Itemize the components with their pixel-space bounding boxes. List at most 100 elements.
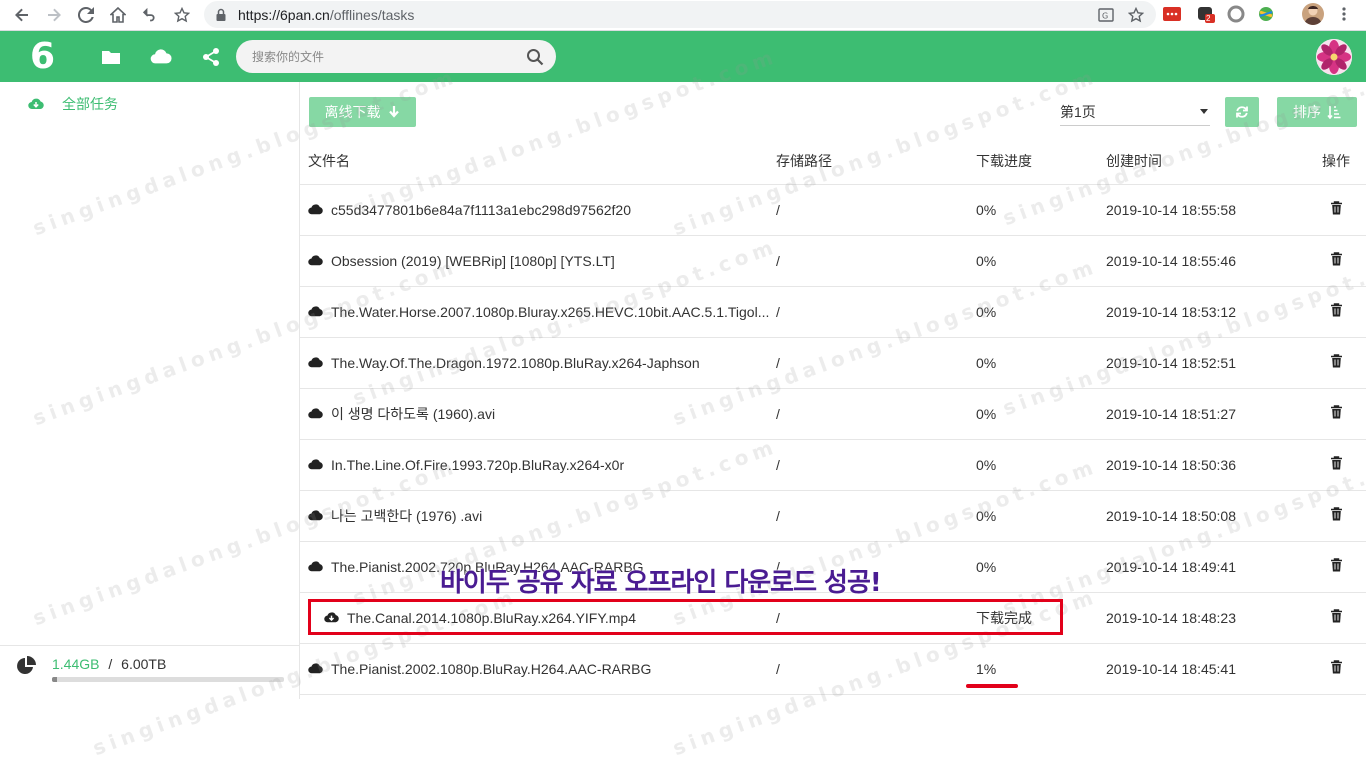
cell-progress: 0% (976, 439, 1106, 491)
cell-name[interactable]: Obsession (2019) [WEBRip] [1080p] [YTS.L… (300, 235, 776, 287)
cloud-icon (308, 508, 323, 523)
cell-path: / (776, 388, 976, 440)
cell-path: / (776, 643, 976, 695)
cell-name[interactable]: c55d3477801b6e84a7f1113a1ebc298d97562f20 (300, 184, 776, 236)
table-row[interactable]: The.Water.Horse.2007.1080p.Bluray.x265.H… (300, 286, 1366, 338)
address-bar[interactable]: https://6pan.cn/offlines/tasks G (204, 1, 1156, 28)
cell-name[interactable]: The.Way.Of.The.Dragon.1972.1080p.BluRay.… (300, 337, 776, 389)
home-icon[interactable] (102, 2, 134, 28)
cell-created: 2019-10-14 18:50:08 (1106, 490, 1306, 542)
trash-icon[interactable] (1330, 252, 1343, 269)
browser-menu-icon[interactable] (1334, 4, 1354, 24)
cell-name[interactable]: 이 생명 다하도록 (1960).avi (300, 388, 776, 440)
storage-usage: 1.44GB / 6.00TB (0, 645, 299, 699)
table-row[interactable]: c55d3477801b6e84a7f1113a1ebc298d97562f20… (300, 184, 1366, 236)
cell-name[interactable]: The.Canal.2014.1080p.BluRay.x264.YIFY.mp… (300, 592, 776, 644)
annotation-caption: 바이두 공유 자료 오프라인 다운로드 성공! (440, 568, 882, 598)
file-name[interactable]: The.Water.Horse.2007.1080p.Bluray.x265.H… (331, 304, 769, 320)
table-row[interactable]: 나는 고백한다 (1976) .avi /0% 2019-10-14 18:50:0… (300, 490, 1366, 542)
cell-progress: 0% (976, 490, 1106, 542)
trash-icon[interactable] (1330, 507, 1343, 524)
arrow-down-icon (388, 106, 399, 118)
search-icon[interactable] (526, 48, 544, 66)
file-name[interactable]: 나는 고백한다 (1976) .avi (331, 506, 482, 526)
cell-created: 2019-10-14 18:55:46 (1106, 235, 1306, 287)
undo-icon[interactable] (134, 2, 166, 28)
app-logo[interactable]: 6 (30, 37, 55, 77)
cloud-icon[interactable] (148, 44, 174, 70)
table-row[interactable]: The.Pianist.2002.1080p.BluRay.H264.AAC-R… (300, 643, 1366, 695)
offline-download-label: 离线下载 (324, 104, 381, 120)
main-content: 离线下载 第1页 排序 文件名 存储路径 下载进度 创建时间 操作 c55d34… (300, 82, 1366, 699)
refresh-button[interactable] (1225, 97, 1259, 127)
cell-path: / (776, 235, 976, 287)
trash-icon[interactable] (1330, 405, 1343, 422)
sidebar-item-all-tasks[interactable]: 全部任务 (28, 94, 118, 114)
cell-created: 2019-10-14 18:53:12 (1106, 286, 1306, 338)
url-host: https://6pan.cn (238, 6, 330, 23)
extension-red-icon[interactable] (1162, 4, 1182, 24)
back-icon[interactable] (6, 2, 38, 28)
file-name[interactable]: Obsession (2019) [WEBRip] [1080p] [YTS.L… (331, 253, 615, 269)
cell-ops (1306, 643, 1366, 695)
cell-progress: 0% (976, 388, 1106, 440)
page-select-value: 第1页 (1060, 103, 1096, 120)
cell-path: / (776, 439, 976, 491)
profile-avatar[interactable] (1302, 3, 1324, 25)
search-box[interactable] (236, 40, 556, 73)
col-header-progress: 下载进度 (976, 138, 1106, 185)
browser-toolbar: https://6pan.cn/offlines/tasks G 2 (0, 0, 1366, 31)
refresh-icon (1236, 106, 1248, 118)
forward-icon[interactable] (38, 2, 70, 28)
cell-name[interactable]: In.The.Line.Of.Fire.1993.720p.BluRay.x26… (300, 439, 776, 491)
cloud-icon (308, 355, 323, 370)
cell-name[interactable]: 나는 고백한다 (1976) .avi (300, 490, 776, 542)
cell-ops (1306, 541, 1366, 593)
cloud-icon (308, 253, 323, 268)
extension-globe-icon[interactable] (1256, 4, 1276, 24)
table-row[interactable]: The.Canal.2014.1080p.BluRay.x264.YIFY.mp… (300, 592, 1366, 644)
table-row[interactable]: 이 생명 다하도록 (1960).avi /0% 2019-10-14 18:51:… (300, 388, 1366, 440)
annotation-underline (966, 684, 1018, 688)
cell-name[interactable]: The.Water.Horse.2007.1080p.Bluray.x265.H… (300, 286, 776, 338)
cell-created: 2019-10-14 18:51:27 (1106, 388, 1306, 440)
extension-circle-icon[interactable] (1226, 4, 1246, 24)
cell-name[interactable]: The.Pianist.2002.1080p.BluRay.H264.AAC-R… (300, 643, 776, 695)
cell-created: 2019-10-14 18:55:58 (1106, 184, 1306, 236)
table-row[interactable]: Obsession (2019) [WEBRip] [1080p] [YTS.L… (300, 235, 1366, 287)
bookmark-star-icon[interactable] (166, 2, 198, 28)
col-header-name[interactable]: 文件名 (300, 138, 776, 185)
translate-icon[interactable]: G (1098, 7, 1114, 23)
col-header-created: 创建时间 (1106, 138, 1306, 185)
trash-icon[interactable] (1330, 558, 1343, 575)
table-row[interactable]: The.Way.Of.The.Dragon.1972.1080p.BluRay.… (300, 337, 1366, 389)
offline-download-button[interactable]: 离线下载 (309, 97, 416, 127)
folder-icon[interactable] (98, 44, 124, 70)
user-avatar[interactable] (1316, 39, 1352, 75)
cell-progress: 下载完成 (976, 592, 1106, 644)
extension-badge-icon[interactable]: 2 (1196, 4, 1216, 24)
share-icon[interactable] (198, 44, 224, 70)
table-row[interactable]: In.The.Line.Of.Fire.1993.720p.BluRay.x26… (300, 439, 1366, 491)
trash-icon[interactable] (1330, 201, 1343, 218)
trash-icon[interactable] (1330, 660, 1343, 677)
cell-ops (1306, 439, 1366, 491)
cloud-icon (308, 457, 323, 472)
cell-ops (1306, 592, 1366, 644)
trash-icon[interactable] (1330, 303, 1343, 320)
reload-icon[interactable] (70, 2, 102, 28)
bookmark-icon[interactable] (1128, 7, 1144, 23)
trash-icon[interactable] (1330, 456, 1343, 473)
file-name[interactable]: In.The.Line.Of.Fire.1993.720p.BluRay.x26… (331, 457, 624, 473)
file-name[interactable]: The.Canal.2014.1080p.BluRay.x264.YIFY.mp… (347, 610, 636, 626)
page-select[interactable]: 第1页 (1060, 98, 1210, 126)
trash-icon[interactable] (1330, 609, 1343, 626)
file-name[interactable]: The.Pianist.2002.1080p.BluRay.H264.AAC-R… (331, 661, 651, 677)
search-input[interactable] (252, 49, 526, 64)
file-name[interactable]: 이 생명 다하도록 (1960).avi (331, 404, 495, 424)
file-name[interactable]: c55d3477801b6e84a7f1113a1ebc298d97562f20 (331, 202, 631, 218)
sidebar: 全部任务 1.44GB / 6.00TB (0, 82, 300, 699)
trash-icon[interactable] (1330, 354, 1343, 371)
file-name[interactable]: The.Way.Of.The.Dragon.1972.1080p.BluRay.… (331, 355, 700, 371)
sort-button[interactable]: 排序 (1277, 97, 1357, 127)
